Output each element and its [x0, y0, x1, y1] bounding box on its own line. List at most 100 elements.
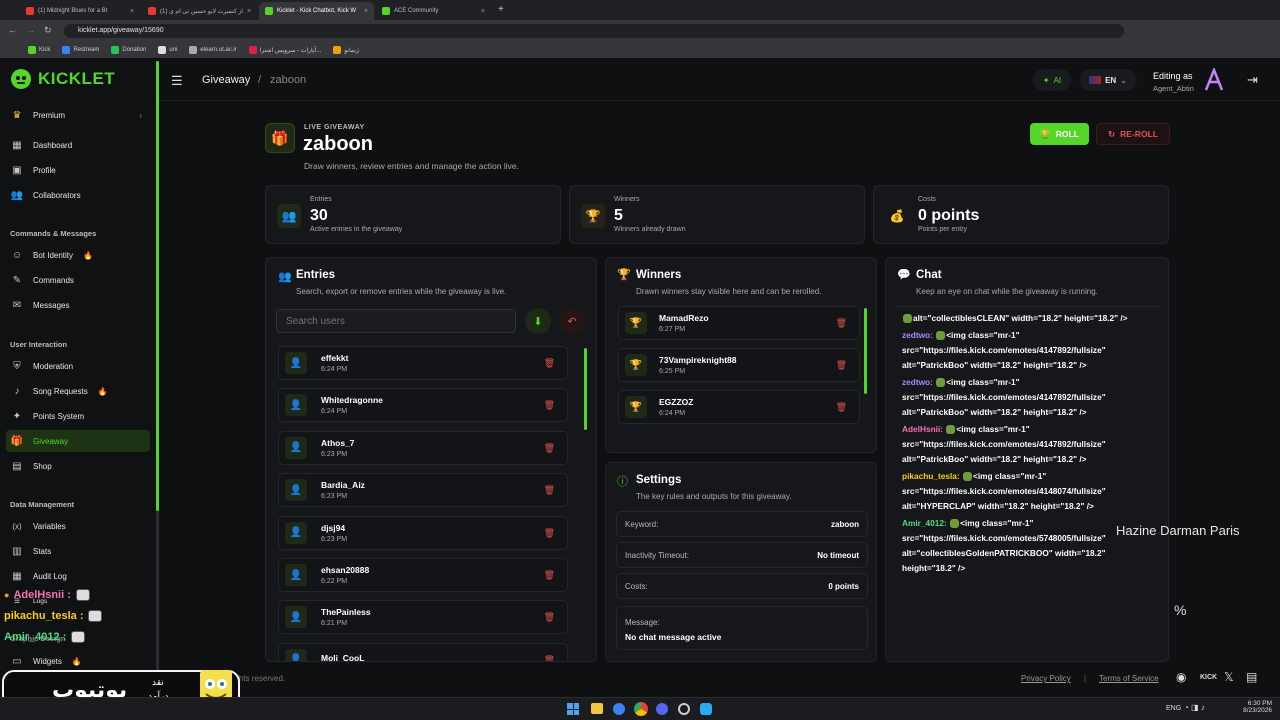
close-icon[interactable]: ×: [247, 8, 251, 15]
chat-text: <img class="mr-1" src="https://files.kic…: [902, 330, 1106, 370]
search-input[interactable]: [276, 309, 516, 333]
start-icon[interactable]: [567, 703, 579, 715]
kicklet-logo[interactable]: KICKLET: [10, 68, 115, 90]
sidebar-item-collaborators[interactable]: 👥 Collaborators: [6, 184, 150, 206]
entry-name: Moli_CooL: [321, 653, 365, 662]
breadcrumb-root[interactable]: Giveaway: [202, 74, 250, 86]
bookmark-zhimano[interactable]: ژیمانو: [333, 46, 359, 54]
back-icon[interactable]: ←: [8, 25, 17, 35]
entry-time: 6:24 PM: [321, 408, 348, 416]
logout-icon[interactable]: ⇥: [1247, 72, 1258, 88]
tab-youtube-2[interactable]: (1) از کنسرت لایو حسین تی ام ی ×: [142, 2, 257, 20]
privacy-link[interactable]: Privacy Policy: [1021, 674, 1071, 683]
close-icon[interactable]: ×: [130, 8, 134, 15]
wifi-icon[interactable]: ◔ ◨ ♪: [1184, 703, 1205, 712]
chat-username: zedtwo:: [902, 330, 933, 340]
sidebar-item-bot-identity[interactable]: ☺ Bot Identity 🔥: [6, 244, 150, 266]
users-icon: 👥: [278, 271, 292, 283]
language-select[interactable]: EN ⌄: [1079, 69, 1137, 91]
sidebar-item-stats[interactable]: ▥ Stats: [6, 540, 150, 562]
overlay-chat-line: Amir_4012 :: [4, 626, 164, 647]
sidebar-toggle-icon[interactable]: ☰: [171, 73, 183, 89]
entry-row: 👤 Athos_7 6:23 PM 🗑: [278, 430, 568, 465]
tab-youtube-1[interactable]: (1) Midnight Blues for a Br ×: [20, 2, 140, 20]
emote-icon: [75, 588, 90, 601]
ai-button[interactable]: ✦ AI: [1033, 69, 1071, 91]
sidebar-item-giveaway[interactable]: 🎁 Giveaway: [6, 430, 150, 452]
entries-panel: 👥 Entries Search, export or remove entri…: [265, 257, 597, 662]
trash-icon[interactable]: 🗑: [836, 402, 847, 413]
sidebar-item-profile[interactable]: ▣ Profile: [6, 159, 150, 181]
sidebar-item-dashboard[interactable]: ▦ Dashboard: [6, 134, 150, 156]
close-icon[interactable]: ×: [364, 8, 368, 15]
sidebar-item-premium[interactable]: ♛ Premium ›: [6, 104, 150, 126]
trash-icon[interactable]: 🗑: [836, 318, 847, 329]
discord-icon[interactable]: ◉: [1176, 670, 1186, 684]
reroll-icon: ↻: [1108, 128, 1116, 139]
reload-icon[interactable]: ↻: [44, 25, 52, 36]
audit-icon: ▦: [12, 570, 22, 582]
user-icon: 👤: [285, 564, 307, 586]
discord-taskbar-icon[interactable]: [656, 703, 668, 715]
sidebar-item-points-system[interactable]: ✦ Points System: [6, 405, 150, 427]
trash-icon[interactable]: 🗑: [544, 655, 555, 661]
stat-label: Entries: [310, 196, 332, 203]
tab-ace-community[interactable]: ACE Community ×: [376, 2, 491, 20]
address-bar[interactable]: kicklet.app/giveaway/15690: [64, 24, 1124, 38]
reroll-button[interactable]: ↻ RE-ROLL: [1096, 123, 1170, 145]
avatar[interactable]: [1204, 66, 1224, 92]
trash-icon[interactable]: 🗑: [544, 358, 555, 369]
sidebar-item-song-requests[interactable]: ♪ Song Requests 🔥: [6, 380, 150, 402]
roll-button[interactable]: 🏆 ROLL: [1030, 123, 1089, 145]
winners-scrollbar[interactable]: [864, 308, 867, 394]
clock[interactable]: 6:30 PM 8/23/2026: [1238, 700, 1272, 714]
trash-icon[interactable]: 🗑: [544, 612, 555, 623]
trash-icon[interactable]: 🗑: [544, 485, 555, 496]
entries-scrollbar[interactable]: [584, 348, 587, 430]
close-icon[interactable]: ×: [481, 8, 485, 15]
bookmark-aparat[interactable]: آپارات - سرویس اشترا...: [248, 46, 321, 54]
file-explorer-icon[interactable]: [591, 703, 603, 714]
trash-icon[interactable]: 🗑: [544, 528, 555, 539]
chrome-icon[interactable]: [634, 702, 648, 716]
trash-icon[interactable]: 🗑: [544, 400, 555, 411]
kick-icon[interactable]: KICK: [1200, 674, 1217, 681]
x-icon[interactable]: 𝕏: [1224, 670, 1234, 684]
chat-message: zedtwo: <img class="mr-1" src="https://f…: [902, 375, 1152, 420]
tab-kicklet[interactable]: Kicklet - Kick Chatbot, Kick W ×: [259, 2, 374, 20]
entry-row: 👤 ThePainless 6:21 PM 🗑: [278, 600, 568, 635]
docs-icon[interactable]: ▤: [1246, 670, 1257, 684]
winner-row: 🏆 MamadRezo 6:27 PM 🗑: [618, 306, 860, 340]
breadcrumb-separator: /: [258, 74, 262, 86]
entry-row: 👤 effekkt 6:24 PM 🗑: [278, 346, 568, 380]
kicklet-icon: [265, 7, 273, 15]
bookmark-uni[interactable]: uni: [158, 46, 177, 54]
sidebar-item-commands[interactable]: ✎ Commands: [6, 269, 150, 291]
sidebar-item-moderation[interactable]: ⛨ Moderation: [6, 355, 150, 377]
keyboard-language[interactable]: ENG: [1166, 705, 1181, 712]
bookmark-donation[interactable]: Donation: [111, 46, 146, 54]
entry-name: ehsan20888: [321, 565, 370, 575]
browser-tab-strip: (1) Midnight Blues for a Br × (1) از کنسر…: [0, 0, 1280, 20]
trash-icon[interactable]: 🗑: [836, 360, 847, 371]
sidebar-item-widgets[interactable]: ▭ Widgets 🔥: [6, 650, 150, 672]
sidebar-item-shop[interactable]: ▤ Shop: [6, 455, 150, 477]
app-icon[interactable]: [613, 703, 625, 715]
export-button[interactable]: ⬇: [525, 308, 551, 334]
stat-card-entries: 👥 Entries 30 Active entries in the givea…: [265, 185, 561, 244]
sidebar-item-variables[interactable]: (x) Variables: [6, 515, 150, 537]
terms-link[interactable]: Terms of Service: [1099, 674, 1159, 683]
obs-icon[interactable]: [678, 703, 690, 715]
setting-costs: Costs: 0 points: [616, 573, 868, 599]
bookmark-kick[interactable]: Kick: [28, 46, 50, 54]
bookmark-elearn[interactable]: elearn.ut.ac.ir: [189, 46, 237, 54]
sidebar-item-messages[interactable]: ✉ Messages: [6, 294, 150, 316]
telegram-icon[interactable]: [700, 703, 712, 715]
trash-icon[interactable]: 🗑: [544, 443, 555, 454]
trash-icon[interactable]: 🗑: [544, 570, 555, 581]
forward-icon[interactable]: →: [26, 25, 35, 35]
bookmark-restream[interactable]: Restream: [62, 46, 99, 54]
undo-button[interactable]: ↶: [559, 308, 585, 334]
download-icon: ⬇: [533, 315, 543, 328]
new-tab-button[interactable]: +: [498, 4, 504, 15]
